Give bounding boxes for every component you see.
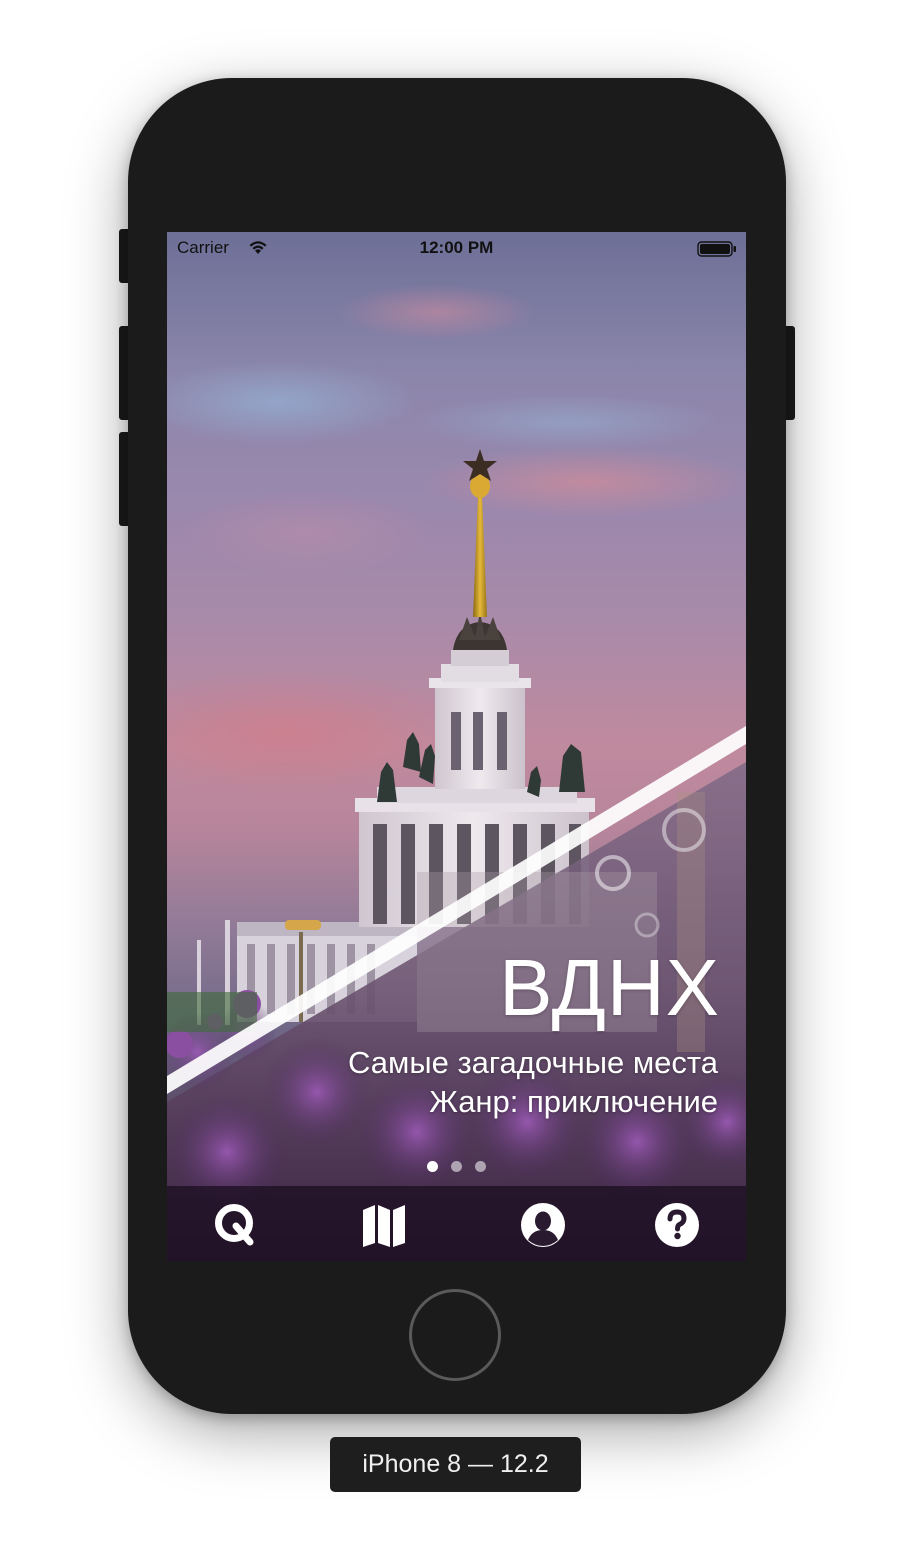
tab-help[interactable] <box>654 1202 700 1248</box>
app-screen: Carrier 12:00 PM ВДНХ Самые загадочные м… <box>167 232 746 1261</box>
simulator-stage: Carrier 12:00 PM ВДНХ Самые загадочные м… <box>0 0 914 1564</box>
map-icon <box>363 1205 405 1247</box>
page-dot-1[interactable] <box>427 1161 438 1172</box>
profile-icon <box>521 1203 565 1247</box>
page-control[interactable] <box>167 1161 746 1172</box>
page-dot-2[interactable] <box>451 1161 462 1172</box>
quest-genre: Жанр: приключение <box>429 1083 718 1119</box>
home-button[interactable] <box>409 1289 501 1381</box>
quest-q-icon <box>215 1204 254 1246</box>
tab-quests[interactable] <box>213 1202 259 1248</box>
quest-description: Самые загадочные места <box>348 1045 718 1080</box>
battery-full-icon <box>697 241 736 257</box>
tab-bar <box>167 1186 746 1261</box>
quest-subtitle: Самые загадочные места Жанр: приключение <box>348 1044 718 1122</box>
help-icon <box>655 1203 699 1247</box>
tab-map[interactable] <box>361 1202 407 1248</box>
status-bar: Carrier 12:00 PM <box>167 232 746 264</box>
status-time: 12:00 PM <box>419 238 494 257</box>
page-dot-3[interactable] <box>475 1161 486 1172</box>
quest-title: ВДНХ <box>499 943 720 1032</box>
device-label: iPhone 8 — 12.2 <box>330 1437 581 1492</box>
tab-profile[interactable] <box>520 1202 566 1248</box>
